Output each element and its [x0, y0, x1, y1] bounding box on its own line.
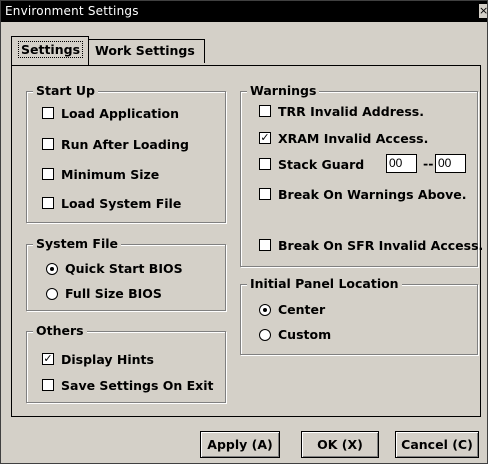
check-mark-icon[interactable]: ✓: [42, 353, 54, 365]
xram-invalid-access-label: XRAM Invalid Access.: [278, 131, 429, 146]
close-icon[interactable]: ×: [479, 4, 487, 18]
tab-settings-label: Settings: [18, 41, 84, 58]
environment-settings-window: Environment Settings × Settings Work Set…: [0, 0, 488, 464]
stack-guard-from-input[interactable]: 00: [386, 154, 417, 173]
checkbox[interactable]: [259, 105, 271, 117]
trr-invalid-address-label: TRR Invalid Address.: [278, 104, 424, 119]
minimum-size-label: Minimum Size: [61, 167, 160, 182]
radio-dot-icon: [263, 308, 267, 312]
cancel-button[interactable]: Cancel (C): [395, 431, 479, 458]
checkbox[interactable]: [42, 138, 54, 150]
apply-button[interactable]: Apply (A): [200, 431, 280, 458]
checkbox[interactable]: [259, 158, 271, 170]
ok-button[interactable]: OK (X): [301, 431, 379, 458]
tab-work-settings-label: Work Settings: [95, 43, 195, 58]
startup-group: Start Up Load Application Run After Load…: [26, 83, 226, 223]
checkbox[interactable]: [42, 379, 54, 391]
load-application-label: Load Application: [61, 106, 180, 121]
checkbox[interactable]: [259, 188, 271, 200]
checkbox[interactable]: [259, 239, 271, 251]
custom-label: Custom: [278, 327, 332, 342]
initial-panel-location-group: Initial Panel Location Center Custom: [240, 276, 478, 355]
settings-panel: Start Up Load Application Run After Load…: [11, 65, 483, 417]
radio-button[interactable]: [259, 329, 271, 341]
startup-group-title: Start Up: [33, 83, 99, 99]
checkbox[interactable]: [42, 168, 54, 180]
others-group: Others ✓ Display Hints Save Settings On …: [26, 323, 226, 403]
window-title: Environment Settings: [5, 4, 139, 18]
display-hints-label: Display Hints: [61, 352, 154, 367]
warnings-group: Warnings TRR Invalid Address. ✓ XRAM Inv…: [240, 83, 483, 267]
system-file-group-title: System File: [33, 236, 122, 252]
stack-guard-label: Stack Guard: [278, 157, 365, 172]
others-group-title: Others: [33, 323, 87, 339]
title-bar: Environment Settings ×: [1, 1, 487, 22]
system-file-group: System File Quick Start BIOS Full Size B…: [26, 236, 226, 311]
break-on-warnings-above-label: Break On Warnings Above.: [278, 187, 467, 202]
stack-guard-separator: --: [423, 156, 434, 171]
save-settings-on-exit-label: Save Settings On Exit: [61, 378, 214, 393]
checkbox[interactable]: [42, 197, 54, 209]
check-mark-icon[interactable]: ✓: [259, 132, 271, 144]
load-system-file-label: Load System File: [61, 196, 182, 211]
stack-guard-to-input[interactable]: 00: [435, 154, 466, 173]
center-label: Center: [278, 302, 326, 317]
full-size-bios-label: Full Size BIOS: [65, 286, 162, 301]
quick-start-bios-label: Quick Start BIOS: [65, 261, 183, 276]
tab-settings[interactable]: Settings: [11, 36, 89, 65]
warnings-group-title: Warnings: [247, 83, 320, 99]
initial-panel-location-group-title: Initial Panel Location: [247, 276, 402, 292]
radio-button[interactable]: [259, 304, 271, 316]
run-after-loading-label: Run After Loading: [61, 137, 189, 152]
break-on-sfr-invalid-access-label: Break On SFR Invalid Access.: [278, 238, 484, 253]
radio-button[interactable]: [46, 263, 58, 275]
radio-button[interactable]: [46, 288, 58, 300]
radio-dot-icon: [50, 267, 54, 271]
tab-work-settings[interactable]: Work Settings: [88, 39, 205, 63]
checkbox[interactable]: [42, 107, 54, 119]
